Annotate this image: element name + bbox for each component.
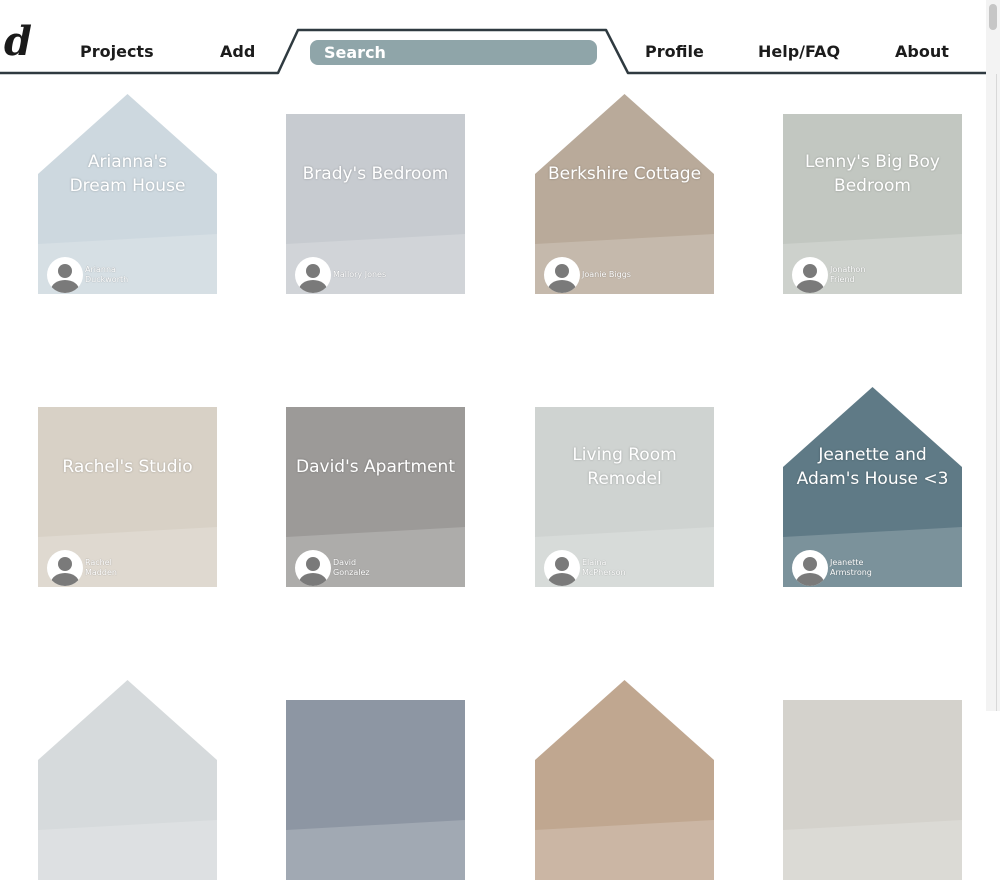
user-avatar-icon[interactable] [792, 257, 828, 293]
user-avatar-icon[interactable] [47, 550, 83, 586]
nav-help-faq[interactable]: Help/FAQ [758, 42, 840, 61]
user-avatar-icon[interactable] [544, 550, 580, 586]
project-thumbnail [286, 700, 465, 880]
project-card[interactable]: Brady's Bedroom Mallory Jones [286, 94, 465, 294]
project-title-line: Jeanette and [818, 445, 927, 465]
owner-name: Joanie Biggs [582, 270, 631, 279]
content-border [996, 74, 997, 711]
project-title: Lenny's Big Boy Bedroom [783, 150, 962, 198]
project-card[interactable]: Arianna's Dream House Arianna Duckworth [38, 94, 217, 294]
project-title: David's Apartment [286, 455, 465, 479]
project-card[interactable] [535, 680, 714, 880]
project-card[interactable] [286, 680, 465, 880]
nav-about[interactable]: About [895, 42, 949, 61]
owner-name: David Gonzalez [333, 558, 370, 577]
project-title-line: Arianna's [87, 152, 168, 172]
scrollbar-thumb[interactable] [989, 4, 997, 30]
project-card[interactable]: Jeanette and Adam's House <3 Jeanette Arms… [783, 387, 962, 587]
project-title: Rachel's Studio [38, 455, 217, 479]
project-thumbnail [783, 700, 962, 880]
user-avatar-icon[interactable] [295, 550, 331, 586]
owner-name: Arianna Duckworth [85, 265, 129, 284]
project-title: Berkshire Cottage [535, 162, 714, 186]
owner-name: Elaina McPherson [582, 558, 626, 577]
nav-projects[interactable]: Projects [80, 42, 154, 61]
project-title-line: Rachel's Studio [62, 457, 193, 477]
project-title-line: Remodel [587, 469, 662, 489]
logo[interactable]: d [4, 20, 32, 64]
user-avatar-icon[interactable] [544, 257, 580, 293]
project-title-line: Brady's Bedroom [302, 164, 449, 184]
owner-name: Jeanette Armstrong [830, 558, 872, 577]
nav-add[interactable]: Add [220, 42, 255, 61]
project-title-line: Lenny's Big Boy [805, 152, 940, 172]
project-card[interactable]: Berkshire Cottage Joanie Biggs [535, 94, 714, 294]
project-owner[interactable]: Jeanette Armstrong [792, 550, 890, 586]
owner-name: Mallory Jones [333, 270, 387, 279]
project-title-line: David's Apartment [296, 457, 455, 477]
project-thumbnail [535, 680, 714, 880]
project-title-line: Dream House [69, 176, 186, 196]
user-avatar-icon[interactable] [47, 257, 83, 293]
vertical-scrollbar[interactable] [986, 0, 1000, 711]
project-title-line: Adam's House <3 [796, 469, 949, 489]
nav-profile[interactable]: Profile [645, 42, 704, 61]
project-title-line: Bedroom [834, 176, 911, 196]
user-avatar-icon[interactable] [295, 257, 331, 293]
project-card[interactable]: Lenny's Big Boy Bedroom Jonathon Friend [783, 94, 962, 294]
project-title: Jeanette and Adam's House <3 [783, 443, 962, 491]
project-owner[interactable]: Mallory Jones [295, 257, 393, 293]
project-title: Living Room Remodel [535, 443, 714, 491]
project-title-line: Living Room [572, 445, 677, 465]
top-navigation-bar: d Projects Add Profile Help/FAQ About [0, 0, 1000, 80]
project-thumbnail [38, 680, 217, 880]
project-card[interactable]: David's Apartment David Gonzalez [286, 387, 465, 587]
owner-name: Rachel Madden [85, 558, 117, 577]
project-title: Arianna's Dream House [38, 150, 217, 198]
owner-name: Jonathon Friend [830, 265, 866, 284]
project-card[interactable] [783, 680, 962, 880]
project-owner[interactable]: Jonathon Friend [792, 257, 890, 293]
project-title-line: Berkshire Cottage [547, 164, 702, 184]
project-owner[interactable]: David Gonzalez [295, 550, 393, 586]
project-owner[interactable]: Joanie Biggs [544, 257, 642, 293]
project-card[interactable]: Rachel's Studio Rachel Madden [38, 387, 217, 587]
project-owner[interactable]: Elaina McPherson [544, 550, 642, 586]
project-owner[interactable]: Arianna Duckworth [47, 257, 145, 293]
project-card[interactable] [38, 680, 217, 880]
user-avatar-icon[interactable] [792, 550, 828, 586]
project-title: Brady's Bedroom [286, 162, 465, 186]
project-card[interactable]: Living Room Remodel Elaina McPherson [535, 387, 714, 587]
search-input[interactable] [310, 40, 597, 65]
project-owner[interactable]: Rachel Madden [47, 550, 145, 586]
